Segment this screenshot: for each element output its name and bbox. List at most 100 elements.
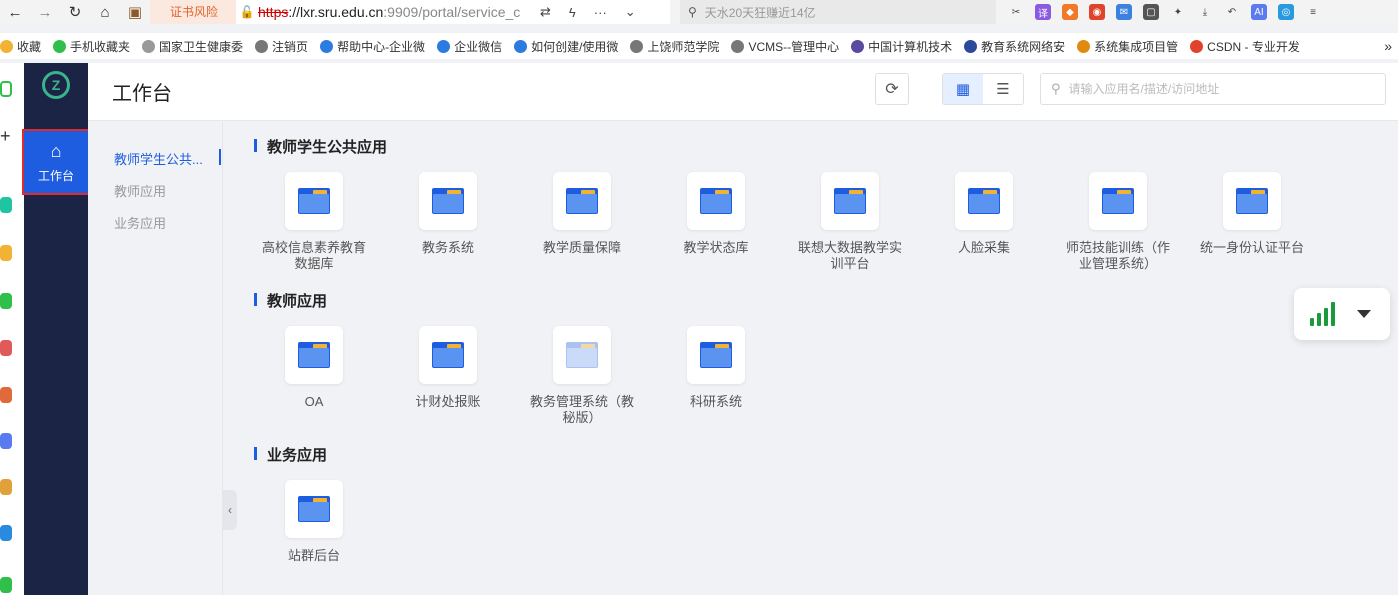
- app-tile[interactable]: 师范技能训练（作 业管理系统）: [1053, 172, 1183, 272]
- url-host: ://lxr.sru.edu.cn: [288, 4, 384, 20]
- bookmarks-more-icon[interactable]: »: [1384, 33, 1392, 59]
- bookmark-favicon-icon: [0, 39, 13, 53]
- app-tile[interactable]: 教务系统: [383, 172, 513, 256]
- reload-icon[interactable]: ↻: [60, 0, 90, 24]
- home-icon[interactable]: ⌂: [90, 0, 120, 24]
- bookmark-item[interactable]: 收藏: [0, 38, 41, 55]
- url-text[interactable]: https://lxr.sru.edu.cn:9909/portal/servi…: [258, 4, 520, 20]
- nav-workbench-label: 工作台: [37, 168, 74, 183]
- app-icon-box[interactable]: [1223, 172, 1281, 230]
- bookmark-item[interactable]: CSDN - 专业开发: [1190, 38, 1300, 55]
- bookmark-item[interactable]: 系统集成项目管: [1077, 38, 1178, 55]
- mail-icon[interactable]: ✉: [1116, 4, 1132, 20]
- weibo-icon[interactable]: ◉: [1089, 4, 1105, 20]
- menu-icon[interactable]: ≡: [1305, 4, 1321, 20]
- folder-icon: [1236, 188, 1268, 214]
- app-icon-box[interactable]: [553, 326, 611, 384]
- side-star-icon[interactable]: [0, 245, 12, 261]
- bookmark-item[interactable]: 帮助中心-企业微: [320, 38, 425, 55]
- app-tile[interactable]: 计财处报账: [383, 326, 513, 410]
- undo-icon[interactable]: ↶: [1224, 4, 1240, 20]
- bookmark-item[interactable]: 教育系统网络安: [964, 38, 1065, 55]
- scissors-icon[interactable]: ✂: [1008, 4, 1024, 20]
- list-view-button[interactable]: ☰: [983, 74, 1023, 104]
- app-tile-label: 教学质量保障: [542, 240, 621, 255]
- extension-icons: ✂ 译 ◆ ◉ ✉ ▢ ✦ ⤓ ↶ AI ◎ ≡: [1008, 0, 1321, 24]
- app-tile[interactable]: 站群后台: [249, 480, 379, 564]
- game-icon[interactable]: ◆: [1062, 4, 1078, 20]
- bookmark-item[interactable]: 企业微信: [437, 38, 502, 55]
- refresh-button[interactable]: ⟳: [875, 73, 909, 105]
- more-dots-icon[interactable]: ···: [594, 5, 607, 20]
- puzzle-icon[interactable]: ✦: [1170, 4, 1186, 20]
- side-ai-icon-3[interactable]: [0, 387, 12, 403]
- app-tile[interactable]: 科研系统: [651, 326, 781, 410]
- side-bike-icon[interactable]: [0, 577, 12, 593]
- side-app-icon-1[interactable]: [0, 197, 12, 213]
- app-icon-box[interactable]: [821, 172, 879, 230]
- grid-view-button[interactable]: ▦: [943, 74, 983, 104]
- category-item-public[interactable]: 教师学生公共...: [114, 149, 203, 168]
- lightning-icon[interactable]: ϟ: [569, 5, 576, 20]
- download-icon[interactable]: ⤓: [1197, 4, 1213, 20]
- note-icon[interactable]: ▢: [1143, 4, 1159, 20]
- bookmark-label: 帮助中心-企业微: [337, 39, 426, 54]
- side-ai-icon-2[interactable]: [0, 340, 12, 356]
- address-bar-tools: ⇄ ϟ ··· ⌄: [540, 0, 636, 24]
- app-tile[interactable]: 联想大数据教学实 训平台: [785, 172, 915, 272]
- page-header: 工作台 ⟳ ▦ ☰ ⚲: [88, 63, 1398, 121]
- app-icon-box[interactable]: [553, 172, 611, 230]
- app-icon-box[interactable]: [285, 480, 343, 538]
- edge-icon[interactable]: ◎: [1278, 4, 1294, 20]
- bookmark-item[interactable]: 注销页: [255, 38, 308, 55]
- bookmark-item[interactable]: 国家卫生健康委: [142, 38, 243, 55]
- bookmark-item[interactable]: 中国计算机技术: [851, 38, 952, 55]
- category-item-teacher[interactable]: 教师应用: [114, 181, 166, 200]
- bookmark-item[interactable]: VCMS--管理中心: [731, 38, 839, 55]
- home-icon: ⌂: [50, 140, 62, 161]
- ai-icon[interactable]: AI: [1251, 4, 1267, 20]
- app-tile[interactable]: 教学质量保障: [517, 172, 647, 256]
- app-icon-box[interactable]: [419, 172, 477, 230]
- app-tile[interactable]: OA: [249, 326, 379, 410]
- certificate-warning[interactable]: 证书风险: [150, 0, 236, 24]
- translate-ext-icon[interactable]: 译: [1035, 4, 1051, 20]
- app-tile[interactable]: 统一身份认证平台: [1187, 172, 1317, 256]
- side-ai-icon-4[interactable]: [0, 433, 12, 449]
- app-search-input[interactable]: [1068, 82, 1369, 96]
- chevron-down-icon[interactable]: ⌄: [625, 4, 636, 20]
- side-translate-icon[interactable]: [0, 525, 12, 541]
- search-box[interactable]: ⚲ 天水20天狂赚近14亿: [680, 0, 996, 24]
- bookmark-label: VCMS--管理中心: [748, 39, 840, 54]
- app-icon-box[interactable]: [955, 172, 1013, 230]
- grid-icon: ▦: [955, 81, 971, 98]
- app-tile[interactable]: 高校信息素养教育 数据库: [249, 172, 379, 272]
- search-suggestion: 天水20天狂赚近14亿: [704, 5, 816, 20]
- back-icon[interactable]: ←: [0, 0, 30, 24]
- side-ai-icon-1[interactable]: [0, 293, 12, 309]
- app-tile[interactable]: 教学状态库: [651, 172, 781, 256]
- app-icon-box[interactable]: [687, 326, 745, 384]
- network-widget[interactable]: [1294, 288, 1390, 340]
- app-tile-label: 教务管理系统（教 秘版）: [529, 394, 634, 425]
- bookmark-item[interactable]: 如何创建/使用微: [514, 38, 618, 55]
- app-icon-box[interactable]: [1089, 172, 1147, 230]
- app-icon-box[interactable]: [285, 326, 343, 384]
- category-item-business[interactable]: 业务应用: [114, 213, 166, 232]
- insecure-lock-icon[interactable]: 🔓: [236, 5, 258, 19]
- briefcase-icon[interactable]: ▣: [120, 0, 150, 24]
- bookmark-item[interactable]: 上饶师范学院: [630, 38, 719, 55]
- side-home-icon[interactable]: [0, 81, 12, 97]
- side-ai-icon-5[interactable]: [0, 479, 12, 495]
- app-tile[interactable]: 教务管理系统（教 秘版）: [517, 326, 647, 426]
- app-tile[interactable]: 人脸采集: [919, 172, 1049, 256]
- bookmark-item[interactable]: 手机收藏夹: [53, 38, 130, 55]
- translate-icon[interactable]: ⇄: [540, 4, 551, 20]
- forward-icon[interactable]: →: [30, 0, 60, 24]
- app-icon-box[interactable]: [285, 172, 343, 230]
- app-icon-box[interactable]: [419, 326, 477, 384]
- nav-workbench[interactable]: ⌂ 工作台: [22, 129, 90, 195]
- caret-down-icon[interactable]: [1357, 310, 1371, 318]
- app-icon-box[interactable]: [687, 172, 745, 230]
- side-add-icon[interactable]: +: [0, 127, 12, 145]
